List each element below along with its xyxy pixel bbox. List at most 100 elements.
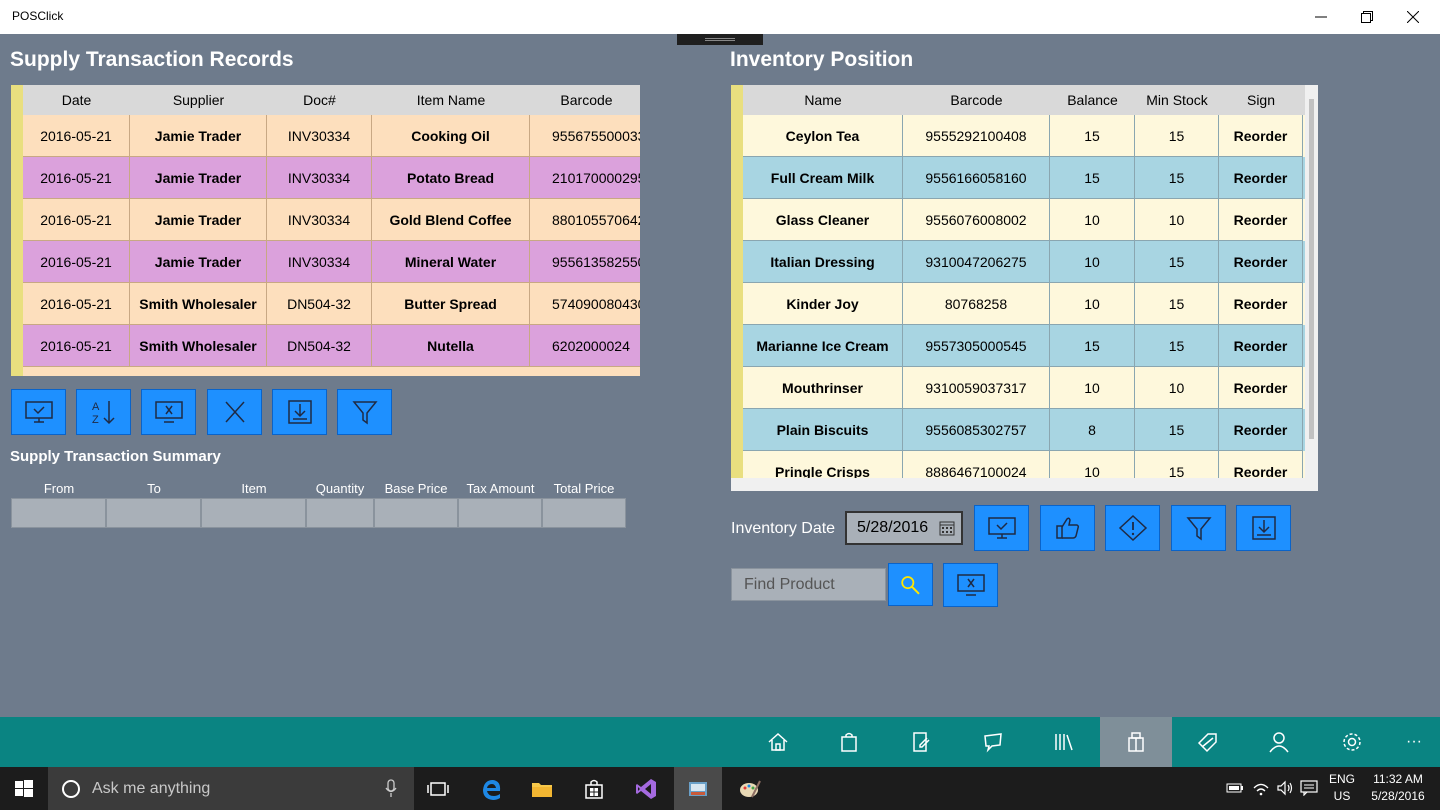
file-explorer-button[interactable] [518,767,566,810]
posclick-taskbar-button[interactable] [674,767,722,810]
paint-button[interactable] [726,767,774,810]
task-view-button[interactable] [414,767,462,810]
minimize-button[interactable] [1298,0,1344,34]
row-selector-strip [731,85,743,478]
paint-palette-icon [740,780,761,797]
cell-balance: 10 [1050,241,1135,283]
start-button[interactable] [0,767,48,810]
edge-browser-button[interactable] [468,767,516,810]
table-row[interactable]: Mouthrinser 9310059037317 10 10 Reorder [743,367,1305,409]
cell-balance: 10 [1050,367,1135,409]
table-row[interactable]: 2016-05-21 Jamie Trader INV30334 Gold Blend… [23,199,640,241]
inventory-vertical-scrollbar[interactable] [1305,85,1318,481]
clear-search-button[interactable] [943,563,998,607]
tags-button[interactable] [1172,717,1244,767]
table-row[interactable]: 2016-05-21 Jamie Trader INV30334 Mineral Wa… [23,241,640,283]
column-header-barcode[interactable]: Barcode [903,85,1050,115]
cell-min-stock: 10 [1135,199,1219,241]
cell-supplier: Smith Wholesaler [130,325,267,367]
column-header-doc[interactable]: Doc# [267,85,372,115]
close-button[interactable] [1390,0,1436,34]
column-header-item-name[interactable]: Item Name [372,85,530,115]
table-row[interactable]: Ceylon Tea 9555292100408 15 15 Reorder [743,115,1305,157]
column-header-sign[interactable]: Sign [1219,85,1303,115]
edge-icon [483,779,501,800]
column-header-name[interactable]: Name [743,85,903,115]
display-button[interactable] [11,389,66,435]
messages-button[interactable] [957,717,1029,767]
clear-display-icon [956,574,985,596]
cortana-search-box[interactable]: Ask me anything [48,767,414,810]
cell-name: Marianne Ice Cream [743,325,903,367]
table-row[interactable]: Plain Biscuits 9556085302757 8 15 Reorder [743,409,1305,451]
clock[interactable]: 11:32 AM 5/28/2016 [1362,772,1434,803]
cell-name: Glass Cleaner [743,199,903,241]
filter-button[interactable] [337,389,392,435]
language-indicator[interactable]: ENG US [1324,772,1360,803]
table-row[interactable]: Kinder Joy 80768258 10 15 Reorder [743,283,1305,325]
user-icon [1269,732,1289,753]
delete-button[interactable] [207,389,262,435]
supply-grid-header: Date Supplier Doc# Item Name Barcode [23,85,640,115]
cell-barcode: 8801055706421 [530,199,640,241]
more-button[interactable]: ··· [1378,717,1440,767]
column-header-min-stock[interactable]: Min Stock [1135,85,1219,115]
edit-button[interactable] [885,717,957,767]
scrollbar-thumb[interactable] [1309,99,1314,439]
column-header-barcode[interactable]: Barcode [530,85,640,115]
account-button[interactable] [1243,717,1315,767]
inventory-download-button[interactable] [1236,505,1291,551]
cell-barcode: 8886467100024 [903,451,1050,478]
purchase-button[interactable] [1100,717,1172,767]
store-button[interactable] [570,767,618,810]
summary-cell-base-price [374,498,458,528]
inventory-horizontal-scrollbar[interactable] [731,478,1318,491]
inventory-title: Inventory Position [730,48,914,71]
table-row[interactable]: Full Cream Milk 9556166058160 15 15 Reorder [743,157,1305,199]
supply-grid[interactable]: Date Supplier Doc# Item Name Barcode 201… [11,85,640,376]
inventory-grid[interactable]: Name Barcode Balance Min Stock Sign Ceyl… [731,85,1305,478]
library-button[interactable] [1028,717,1100,767]
inventory-date-value: 5/28/2016 [857,519,929,536]
table-row[interactable]: 2016-05-21 Smith Wholesaler DN504-32 Nutell… [23,325,640,367]
row-selector-strip [11,85,23,376]
cell-sign: Reorder [1219,325,1303,367]
clear-display-button[interactable] [141,389,196,435]
supply-title: Supply Transaction Records [10,48,294,71]
table-row[interactable]: Italian Dressing 9310047206275 10 15 Reorder [743,241,1305,283]
find-product-input[interactable]: Find Product [731,568,886,601]
table-row[interactable]: Marianne Ice Cream 9557305000545 15 15 Reord… [743,325,1305,367]
cell-barcode: 9557305000545 [903,325,1050,367]
restore-button[interactable] [1344,0,1390,34]
download-button[interactable] [272,389,327,435]
inventory-display-button[interactable] [974,505,1029,551]
cell-date: 2016-05-21 [23,199,130,241]
drag-handle[interactable] [677,34,763,45]
home-button[interactable] [742,717,814,767]
search-button[interactable] [888,563,933,606]
inventory-date-picker[interactable]: 5/28/2016 [845,511,963,545]
sort-az-icon: AZ [92,401,115,426]
table-row[interactable]: 2016-05-21 Smith Wholesaler DN504-32 Butter… [23,283,640,325]
table-row[interactable]: Pringle Crisps 8886467100024 10 15 Reorder [743,451,1305,478]
sort-button[interactable]: AZ [76,389,131,435]
sales-button[interactable] [813,717,885,767]
summary-header-to: To [147,481,161,496]
table-row[interactable]: Glass Cleaner 9556076008002 10 10 Reorder [743,199,1305,241]
cell-supplier: Jamie Trader [130,199,267,241]
table-row[interactable]: 2016-05-21 Jamie Trader INV30334 Cooking Oi… [23,115,640,157]
cell-sign: Reorder [1219,241,1303,283]
column-header-balance[interactable]: Balance [1050,85,1135,115]
cell-barcode: 9556135825505 [530,241,640,283]
visual-studio-button[interactable] [622,767,670,810]
folder-icon [532,782,552,797]
approve-button[interactable] [1040,505,1095,551]
column-header-date[interactable]: Date [23,85,130,115]
cell-doc: INV30334 [267,241,372,283]
warning-button[interactable] [1105,505,1160,551]
column-header-supplier[interactable]: Supplier [130,85,267,115]
summary-header-tax-amount: Tax Amount [466,481,535,496]
table-row[interactable]: 2016-05-21 Jamie Trader INV30334 Potato Bre… [23,157,640,199]
clock-time: 11:32 AM [1373,772,1423,786]
inventory-filter-button[interactable] [1171,505,1226,551]
